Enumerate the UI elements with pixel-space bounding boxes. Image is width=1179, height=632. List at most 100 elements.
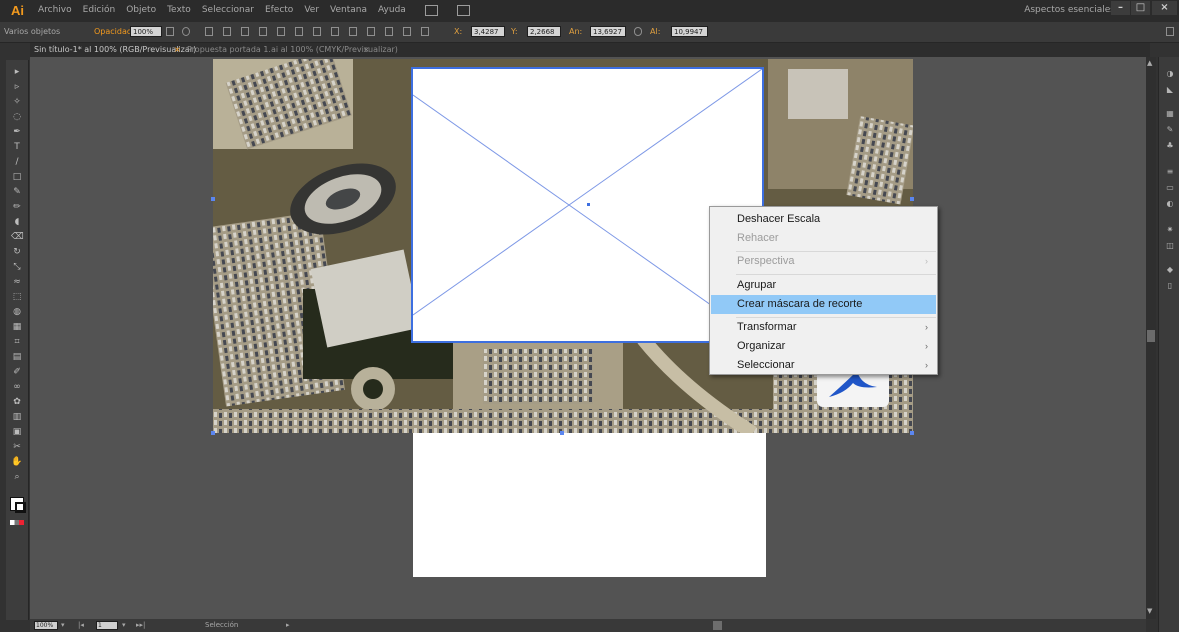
workspace-switcher[interactable]: Aspectos esenciales [1024, 5, 1115, 15]
distribute-bottom-icon[interactable] [349, 27, 357, 36]
bounding-handle[interactable] [211, 431, 215, 435]
magic-wand-tool-icon[interactable]: ✧ [11, 98, 23, 107]
tab-close-icon[interactable]: × [363, 45, 370, 54]
first-artboard-icon[interactable]: |◂ [78, 621, 84, 629]
tab-sin-titulo[interactable]: Sin título-1* al 100% (RGB/Previsualizar… [34, 45, 196, 54]
artboards-icon[interactable]: ▯ [1165, 281, 1175, 290]
width-field[interactable]: 13,6927 in [590, 26, 626, 37]
menu-archivo[interactable]: Archivo [38, 5, 72, 16]
blob-brush-tool-icon[interactable]: ◖ [11, 218, 23, 227]
scroll-down-icon[interactable]: ▼ [1147, 607, 1152, 615]
distribute-right-icon[interactable] [403, 27, 411, 36]
slice-tool-icon[interactable]: ✂ [11, 443, 23, 452]
free-transform-tool-icon[interactable]: ⬚ [11, 293, 23, 302]
align-center-icon[interactable] [223, 27, 231, 36]
color-guide-icon[interactable]: ◣ [1165, 85, 1175, 94]
rotate-tool-icon[interactable]: ↻ [11, 248, 23, 257]
type-tool-icon[interactable]: T [11, 143, 23, 152]
opacity-dropdown-icon[interactable] [166, 27, 174, 36]
align-top-icon[interactable] [259, 27, 267, 36]
canvas-area[interactable] [30, 57, 1146, 619]
pen-tool-icon[interactable]: ✒ [11, 128, 23, 137]
menu-item-seleccionar[interactable]: Seleccionar › [711, 356, 936, 375]
menu-ventana[interactable]: Ventana [330, 5, 367, 16]
menu-efecto[interactable]: Efecto [265, 5, 293, 16]
distribute-center-icon[interactable] [331, 27, 339, 36]
align-left-icon[interactable] [205, 27, 213, 36]
distribute-left-icon[interactable] [367, 27, 375, 36]
menu-objeto[interactable]: Objeto [126, 5, 156, 16]
bounding-handle[interactable] [211, 197, 215, 201]
menu-item-crear-mascara-de-recorte[interactable]: Crear máscara de recorte [711, 295, 936, 314]
distribute-hcenter-icon[interactable] [385, 27, 393, 36]
maximize-button[interactable]: □ [1131, 1, 1150, 15]
color-panel-icon[interactable]: ◑ [1165, 69, 1175, 78]
arrange-documents-icon[interactable] [456, 5, 470, 16]
y-field[interactable]: 2,2668 in [527, 26, 561, 37]
distribute-top-icon[interactable] [313, 27, 321, 36]
gradient-panel-icon[interactable]: ▭ [1165, 183, 1175, 192]
menu-item-agrupar[interactable]: Agrupar [711, 276, 936, 295]
lasso-tool-icon[interactable]: ◌ [11, 113, 23, 122]
align-bottom-icon[interactable] [295, 27, 303, 36]
scale-tool-icon[interactable]: ⤡ [11, 263, 23, 272]
mesh-tool-icon[interactable]: ⌗ [11, 338, 23, 347]
menu-texto[interactable]: Texto [167, 5, 191, 16]
scroll-up-icon[interactable]: ▲ [1147, 59, 1152, 67]
transform-icon[interactable] [421, 27, 429, 36]
control-bar-menu-icon[interactable] [1166, 27, 1174, 36]
symbol-sprayer-tool-icon[interactable]: ✿ [11, 398, 23, 407]
artboard-tool-icon[interactable]: ▣ [11, 428, 23, 437]
line-tool-icon[interactable]: / [11, 158, 23, 167]
constrain-proportions-icon[interactable] [634, 27, 642, 36]
menu-item-organizar[interactable]: Organizar › [711, 337, 936, 356]
column-graph-tool-icon[interactable]: ▥ [11, 413, 23, 422]
paintbrush-tool-icon[interactable]: ✎ [11, 188, 23, 197]
brushes-icon[interactable]: ✎ [1165, 125, 1175, 134]
opacity-field[interactable]: 100% [130, 26, 162, 37]
color-mode-icon[interactable] [10, 520, 24, 525]
opacity-label[interactable]: Opacidad: [94, 27, 135, 36]
height-field[interactable]: 10,9947 in [671, 26, 708, 37]
appearance-icon[interactable]: ✷ [1165, 225, 1175, 234]
artboard-number-field[interactable]: 1 [96, 621, 118, 630]
menu-edicion[interactable]: Edición [83, 5, 116, 16]
zoom-tool-icon[interactable]: ⌕ [11, 473, 23, 482]
stroke-swatch[interactable] [15, 502, 26, 513]
rectangle-tool-icon[interactable]: □ [11, 173, 23, 182]
zoom-field[interactable]: 100% [34, 621, 58, 630]
close-window-button[interactable]: × [1152, 1, 1177, 15]
horizontal-scroll-thumb[interactable] [713, 621, 722, 630]
next-artboard-icon[interactable]: ▸▸| [136, 621, 145, 629]
bounding-handle[interactable] [560, 431, 564, 435]
zoom-dropdown-icon[interactable]: ▾ [61, 621, 65, 629]
menu-ayuda[interactable]: Ayuda [378, 5, 406, 16]
scroll-thumb[interactable] [1147, 330, 1155, 342]
align-middle-icon[interactable] [277, 27, 285, 36]
vertical-scrollbar[interactable]: ▲ ▼ [1146, 57, 1156, 619]
direct-selection-tool-icon[interactable]: ▹ [11, 83, 23, 92]
selection-tool-icon[interactable]: ▸ [11, 68, 23, 77]
bounding-handle[interactable] [910, 197, 914, 201]
gradient-tool-icon[interactable]: ▤ [11, 353, 23, 362]
pencil-tool-icon[interactable]: ✏ [11, 203, 23, 212]
transparency-icon[interactable]: ◐ [1165, 199, 1175, 208]
graphic-styles-icon[interactable]: ◫ [1165, 241, 1175, 250]
minimize-button[interactable]: – [1111, 1, 1130, 15]
menu-item-transformar[interactable]: Transformar › [711, 318, 936, 337]
artboard-dropdown-icon[interactable]: ▾ [122, 621, 126, 629]
x-field[interactable]: 3,4287 in [471, 26, 505, 37]
menu-item-deshacer-escala[interactable]: Deshacer Escala [711, 210, 936, 229]
tab-close-icon[interactable]: × [174, 45, 181, 54]
eraser-tool-icon[interactable]: ⌫ [11, 233, 24, 242]
shape-builder-tool-icon[interactable]: ◍ [11, 308, 23, 317]
recolor-icon[interactable] [182, 27, 190, 36]
swatches-icon[interactable]: ▦ [1165, 109, 1175, 118]
bridge-icon[interactable] [424, 5, 438, 16]
status-menu-icon[interactable]: ▸ [286, 621, 290, 629]
bounding-handle[interactable] [910, 431, 914, 435]
symbols-icon[interactable]: ♣ [1165, 141, 1175, 150]
stroke-panel-icon[interactable]: ≡ [1165, 167, 1175, 176]
hand-tool-icon[interactable]: ✋ [11, 458, 23, 467]
align-right-icon[interactable] [241, 27, 249, 36]
